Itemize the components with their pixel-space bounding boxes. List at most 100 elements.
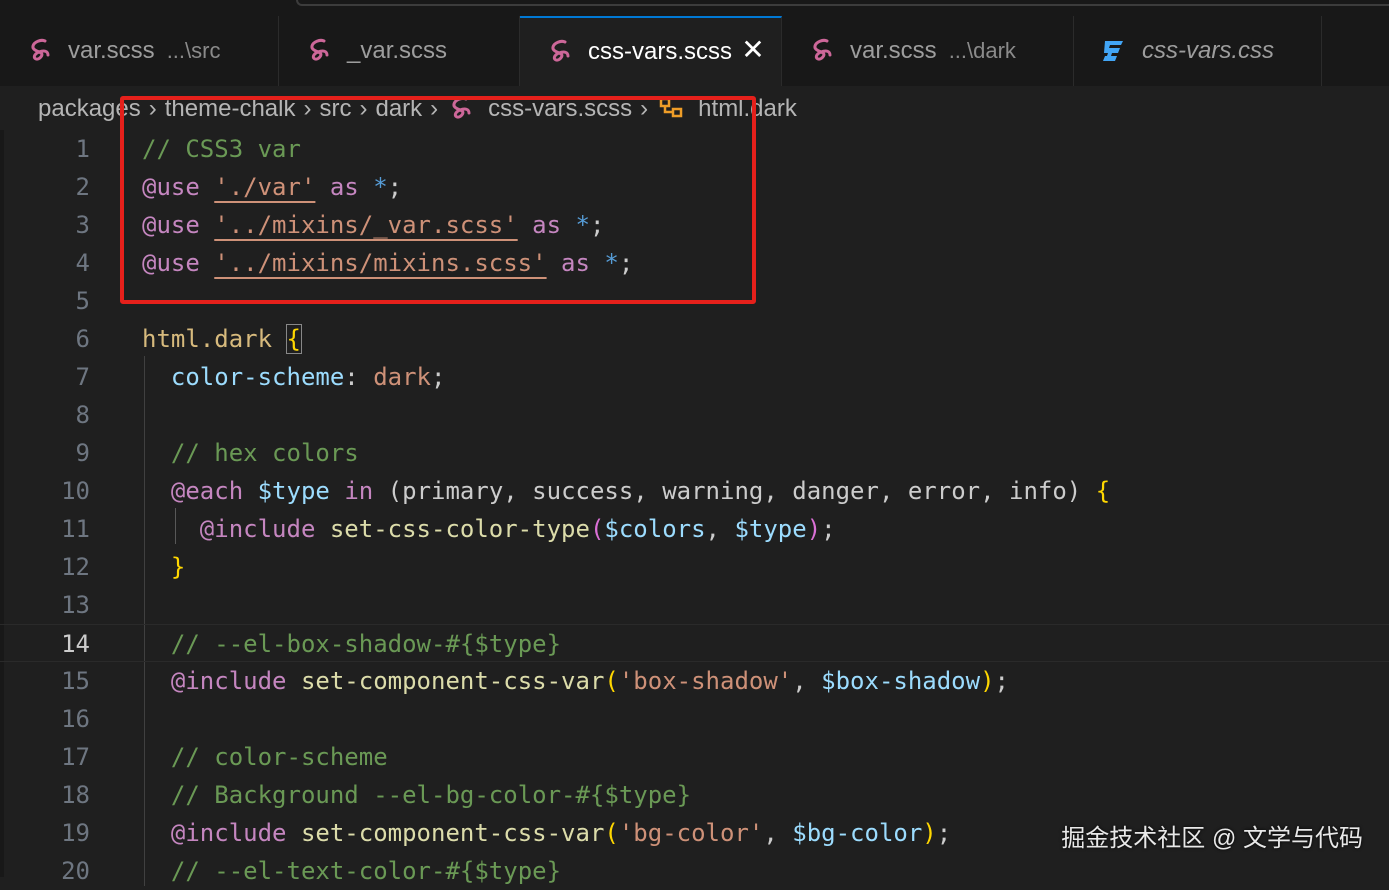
line-number: 5: [75, 287, 90, 315]
sass-icon: [446, 94, 476, 124]
line-content: // Background --el-bg-color-#{$type}: [142, 776, 691, 814]
tab-css-vars-scss[interactable]: css-vars.scss ✕: [520, 16, 782, 86]
code-line: 6 html.dark {: [0, 320, 1389, 358]
breadcrumb-item[interactable]: html.dark: [698, 95, 797, 123]
line-number: 11: [61, 515, 90, 543]
paren: ): [806, 515, 822, 543]
string: 'bg-color': [618, 819, 764, 847]
line-number: 3: [75, 211, 90, 239]
variable: $box-shadow: [821, 667, 981, 695]
punctuation: ,: [763, 819, 793, 847]
line-number: 10: [61, 477, 90, 505]
line-number: 12: [61, 553, 90, 581]
punctuation: ;: [589, 211, 605, 239]
code-line: 18 // Background --el-bg-color-#{$type}: [0, 776, 1389, 814]
comment: // color-scheme: [170, 743, 388, 771]
code-line: 10 @each $type in (primary, success, war…: [0, 472, 1389, 510]
string-link[interactable]: '../mixins/_var.scss': [214, 211, 517, 239]
brace: {: [1095, 477, 1111, 505]
line-number: 1: [75, 135, 90, 163]
line-content: @each $type in (primary, success, warnin…: [142, 472, 1110, 510]
line-number: 7: [75, 363, 90, 391]
at-rule: @each: [170, 477, 244, 505]
tab-css-vars-css[interactable]: css-vars.css: [1074, 16, 1322, 86]
code-line: 15 @include set-component-css-var('box-s…: [0, 662, 1389, 700]
code-line: 4 @use '../mixins/mixins.scss' as *;: [0, 244, 1389, 282]
paren: ): [922, 819, 937, 847]
punctuation: ;: [431, 363, 446, 391]
tab-label: var.scss: [850, 37, 937, 64]
at-rule: @include: [170, 819, 287, 847]
line-number: 13: [61, 591, 90, 619]
operator: *: [575, 211, 590, 239]
punctuation: ;: [994, 667, 1009, 695]
chevron-right-icon: ›: [303, 95, 312, 122]
tab-label: _var.scss: [347, 37, 448, 64]
code-line: 13: [0, 586, 1389, 624]
punctuation: ;: [618, 249, 634, 277]
chevron-right-icon: ›: [430, 95, 439, 122]
line-number: 19: [61, 819, 90, 847]
breadcrumb-item[interactable]: src: [319, 95, 351, 123]
css3-icon: [1100, 36, 1128, 66]
punctuation: ;: [387, 173, 403, 201]
comment: // --el-text-color-#{$type}: [170, 857, 562, 885]
line-number: 17: [61, 743, 90, 771]
close-icon[interactable]: ✕: [741, 36, 765, 64]
function-name: set-component-css-var: [300, 819, 605, 847]
punctuation: ;: [821, 515, 836, 543]
function-name: set-component-css-var: [300, 667, 605, 695]
tab-label: css-vars.scss: [588, 38, 732, 65]
value: dark: [373, 363, 431, 391]
sass-icon: [546, 37, 574, 67]
code-line: 1 // CSS3 var: [0, 130, 1389, 168]
code-line: 16: [0, 700, 1389, 738]
string: 'box-shadow': [618, 667, 793, 695]
property: color-scheme: [170, 363, 345, 391]
watermark: 掘金技术社区 @ 文学与代码: [1061, 825, 1363, 852]
string-link[interactable]: '../mixins/mixins.scss': [214, 249, 546, 277]
line-number: 8: [75, 401, 90, 429]
function-name: set-css-color-type: [329, 515, 590, 543]
punctuation: ,: [792, 667, 822, 695]
sass-icon: [808, 36, 836, 66]
line-number: 15: [61, 667, 90, 695]
line-content: @use './var' as *;: [142, 168, 402, 206]
line-number: 18: [61, 781, 90, 809]
code-line: 9 // hex colors: [0, 434, 1389, 472]
at-rule: @use: [142, 173, 200, 201]
tab-label: css-vars.css: [1142, 37, 1274, 64]
code-editor[interactable]: 1 // CSS3 var 2 @use './var' as *; 3 @us…: [0, 130, 1389, 886]
code-line: 8: [0, 396, 1389, 434]
variable: $colors: [604, 515, 706, 543]
chevron-right-icon: ›: [148, 95, 157, 122]
punctuation: ;: [936, 819, 952, 847]
line-number: 16: [61, 705, 90, 733]
code-line-current: 14 // --el-box-shadow-#{$type}: [0, 624, 1389, 662]
line-content: @include set-component-css-var('box-shad…: [142, 662, 1009, 700]
line-content: @include set-css-color-type($colors, $ty…: [142, 510, 836, 548]
brace: }: [170, 553, 186, 581]
code-line: 20 // --el-text-color-#{$type}: [0, 852, 1389, 890]
paren: ): [980, 667, 995, 695]
tab-var-scss-dark[interactable]: var.scss ...\dark: [782, 16, 1074, 86]
line-number: 4: [75, 249, 90, 277]
breadcrumb-item[interactable]: theme-chalk: [165, 95, 296, 123]
tab-underscore-var-scss[interactable]: _var.scss: [279, 16, 520, 86]
breadcrumb-item[interactable]: packages: [38, 95, 141, 123]
comment: // hex colors: [170, 439, 359, 467]
command-center-edge: [296, 0, 1389, 6]
line-content: @use '../mixins/_var.scss' as *;: [142, 206, 604, 244]
breadcrumb-item[interactable]: css-vars.scss: [488, 95, 632, 123]
keyword: as: [561, 249, 590, 277]
line-number: 20: [61, 857, 90, 885]
breadcrumb-item[interactable]: dark: [375, 95, 422, 123]
line-number: 2: [75, 173, 90, 201]
string-link[interactable]: './var': [214, 173, 315, 201]
tab-description: ...\dark: [948, 38, 1016, 63]
tab-var-scss-src[interactable]: var.scss ...\src: [0, 16, 279, 86]
comment: // CSS3 var: [142, 135, 301, 163]
chevron-right-icon: ›: [359, 95, 368, 122]
line-number: 6: [75, 325, 90, 353]
line-number: 14: [61, 630, 90, 658]
